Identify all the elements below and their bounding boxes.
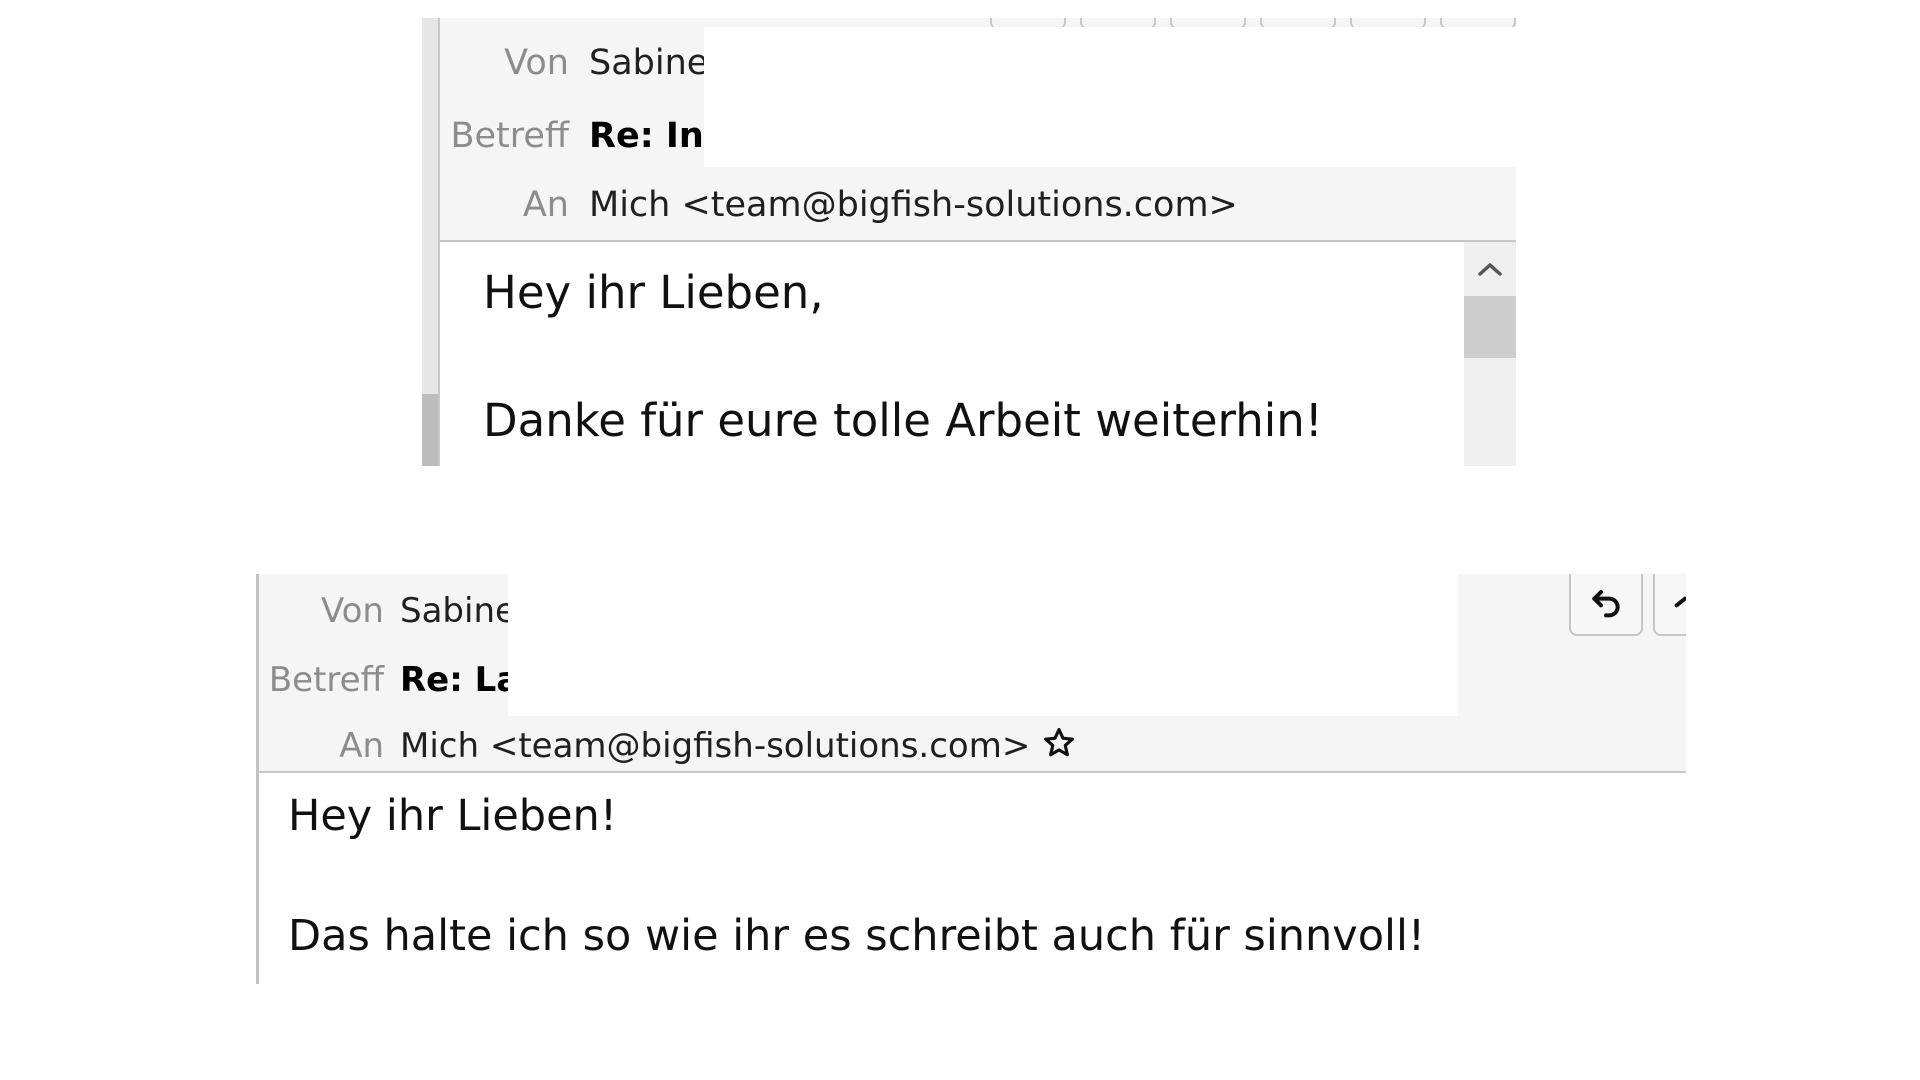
to-label: An: [522, 185, 569, 225]
from-label: Von: [321, 591, 384, 631]
message-body: Hey ihr Lieben! Das halte ich so wie ihr…: [259, 773, 1686, 984]
to-value[interactable]: Mich <team@bigfish-solutions.com>: [589, 185, 1238, 225]
email-snippet-bottom: Von Sabine Betreff Re: La An Mich <team@…: [256, 574, 1686, 984]
from-value[interactable]: Sabine: [589, 43, 708, 83]
body-line: Danke für eure tolle Arbeit weiterhin!: [483, 394, 1323, 447]
from-value[interactable]: Sabine: [400, 591, 516, 631]
star-icon[interactable]: [1042, 726, 1076, 767]
message-body: Hey ihr Lieben, Danke für eure tolle Arb…: [440, 242, 1516, 466]
from-label: Von: [504, 43, 569, 83]
body-scrollbar-thumb[interactable]: [1464, 296, 1516, 358]
left-scrollbar-thumb[interactable]: [422, 394, 438, 466]
subject-label: Betreff: [450, 116, 569, 156]
subject-label: Betreff: [268, 660, 384, 700]
email-snippet-top: Von Sabine Betreff Re: Inf An Mich <team…: [422, 18, 1516, 466]
chevron-up-icon[interactable]: [1464, 250, 1516, 288]
to-row: An Mich <team@bigfish-solutions.com>: [259, 717, 1686, 775]
subject-value: Re: La: [400, 660, 520, 700]
reply-all-button[interactable]: [1653, 574, 1686, 636]
redaction-box: [508, 574, 1458, 716]
reply-all-icon: [1670, 582, 1686, 626]
to-row: An Mich <team@bigfish-solutions.com>: [440, 175, 1516, 235]
to-value[interactable]: Mich <team@bigfish-solutions.com>: [400, 726, 1030, 766]
body-greeting: Hey ihr Lieben,: [483, 266, 824, 319]
left-scrollbar[interactable]: [422, 18, 438, 466]
body-scrollbar[interactable]: [1464, 242, 1516, 466]
reply-icon: [1586, 582, 1626, 626]
reply-button[interactable]: [1569, 574, 1643, 636]
body-line: Das halte ich so wie ihr es schreibt auc…: [288, 911, 1426, 961]
to-label: An: [339, 726, 384, 766]
subject-value: Re: Inf: [589, 116, 720, 156]
redaction-box: [704, 27, 1516, 167]
body-greeting: Hey ihr Lieben!: [288, 791, 618, 841]
